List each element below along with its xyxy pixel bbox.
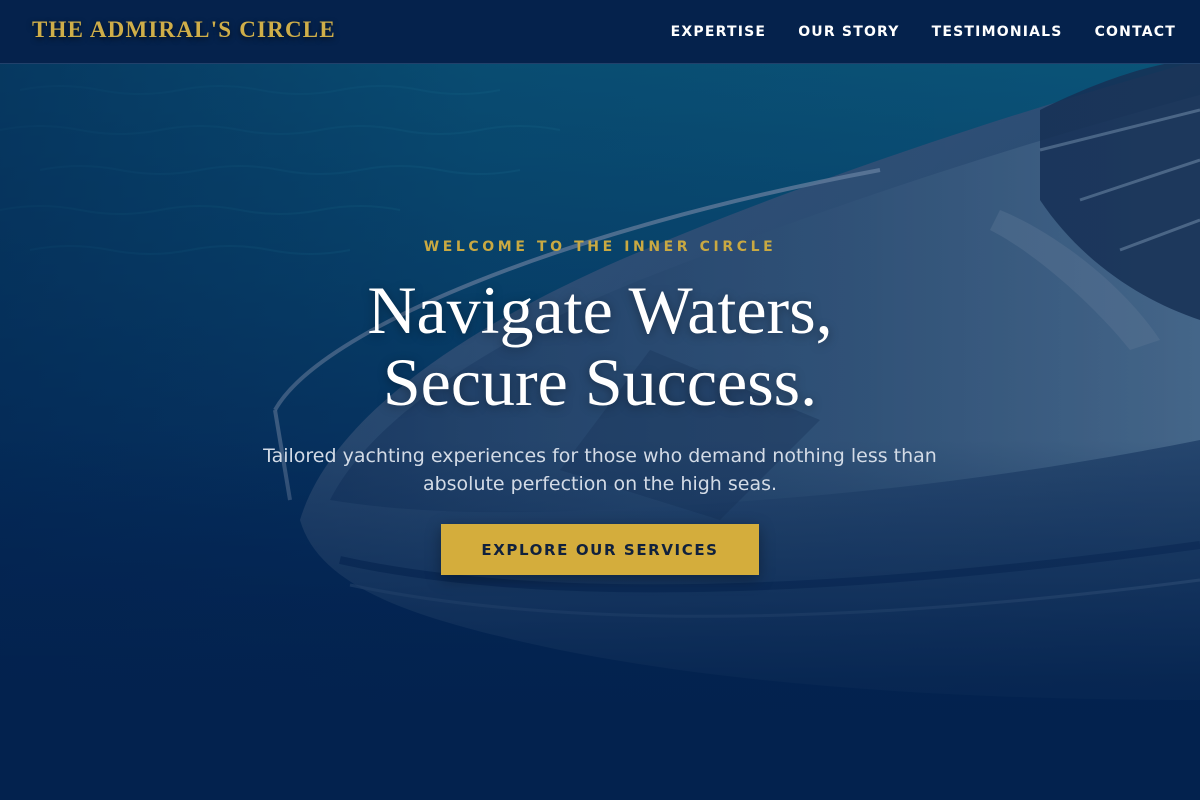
nav-menu: EXPERTISE OUR STORY TESTIMONIALS CONTACT xyxy=(671,0,1176,64)
brand-logo-text[interactable]: THE ADMIRAL'S CIRCLE xyxy=(32,17,336,43)
hero-headline-line-1: Navigate Waters, xyxy=(367,272,833,348)
hero-headline-line-2: Secure Success. xyxy=(382,344,818,420)
nav-link-contact[interactable]: CONTACT xyxy=(1095,24,1176,40)
nav-link-testimonials[interactable]: TESTIMONIALS xyxy=(932,24,1063,40)
hero-headline: Navigate Waters, Secure Success. xyxy=(0,274,1200,418)
nav-link-our-story[interactable]: OUR STORY xyxy=(798,24,899,40)
navbar: THE ADMIRAL'S CIRCLE EXPERTISE OUR STORY… xyxy=(0,0,1200,64)
hero-subtitle: Tailored yachting experiences for those … xyxy=(263,445,937,495)
nav-link-expertise[interactable]: EXPERTISE xyxy=(671,24,767,40)
hero-eyebrow: WELCOME TO THE INNER CIRCLE xyxy=(423,239,777,255)
landing-page: THE ADMIRAL'S CIRCLE EXPERTISE OUR STORY… xyxy=(0,0,1200,800)
explore-services-button[interactable]: EXPLORE OUR SERVICES xyxy=(441,524,759,575)
